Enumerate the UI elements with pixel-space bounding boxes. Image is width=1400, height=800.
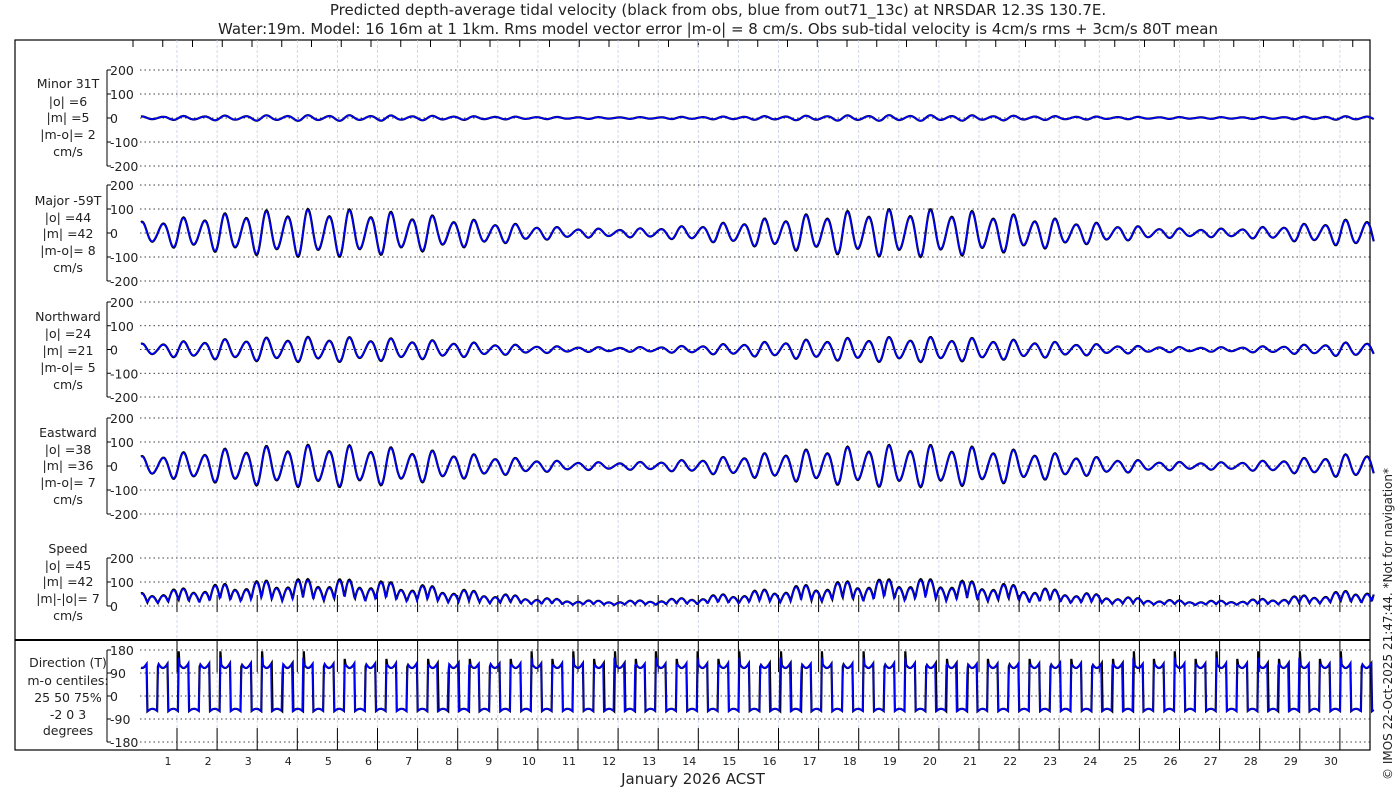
y-tick-label: 90 <box>110 666 126 681</box>
y-tick-label: 200 <box>110 63 134 78</box>
y-tick-label: 100 <box>110 87 134 102</box>
x-tick-label: 22 <box>1003 755 1017 768</box>
x-tick-label: 16 <box>763 755 777 768</box>
x-tick-label: 6 <box>365 755 372 768</box>
y-tick-label: -100 <box>110 366 138 381</box>
x-tick-label: 21 <box>963 755 977 768</box>
y-tick-label: -200 <box>110 507 138 522</box>
panel-label-north: |m-o|= 5 <box>40 360 95 375</box>
x-tick-label: 7 <box>405 755 412 768</box>
y-tick-label: -100 <box>110 135 138 150</box>
panel-label-speed: Speed <box>48 541 87 556</box>
y-tick-label: 100 <box>110 575 134 590</box>
panel-label-major: |m| =42 <box>43 226 94 241</box>
x-tick-label: 24 <box>1083 755 1097 768</box>
chart-title-line: Predicted depth-average tidal velocity (… <box>330 1 1106 20</box>
x-tick-label: 26 <box>1164 755 1178 768</box>
y-tick-label: -180 <box>110 735 138 750</box>
panel-label-direction: m-o centiles: <box>27 673 108 688</box>
y-tick-label: -200 <box>110 274 138 289</box>
y-tick-label: 100 <box>110 319 134 334</box>
y-tick-label: -200 <box>110 159 138 174</box>
plot-frame <box>14 39 1371 751</box>
panel-label-direction: 25 50 75% <box>34 690 102 705</box>
x-tick-label: 28 <box>1244 755 1258 768</box>
x-tick-label: 29 <box>1284 755 1298 768</box>
x-tick-label: 15 <box>722 755 736 768</box>
panel-label-speed: |m| =42 <box>43 574 94 589</box>
chart-canvas: Predicted depth-average tidal velocity (… <box>14 1 1395 788</box>
y-tick-label: 0 <box>110 226 118 241</box>
panel-label-direction: -2 0 3 <box>50 707 86 722</box>
x-tick-label: 23 <box>1043 755 1057 768</box>
x-tick-label: 3 <box>245 755 252 768</box>
panel-label-minor: |m-o|= 2 <box>40 127 95 142</box>
x-tick-label: 27 <box>1204 755 1218 768</box>
x-tick-label: 10 <box>522 755 536 768</box>
x-tick-label: 17 <box>803 755 817 768</box>
y-tick-label: 200 <box>110 178 134 193</box>
x-tick-label: 30 <box>1324 755 1338 768</box>
x-axis-label: January 2026 ACST <box>620 770 766 788</box>
panel-label-north: Northward <box>35 309 101 324</box>
x-tick-label: 9 <box>485 755 492 768</box>
tidal-velocity-chart: Predicted depth-average tidal velocity (… <box>0 0 1400 800</box>
panel-label-east: cm/s <box>53 492 83 507</box>
y-tick-label: -100 <box>110 250 138 265</box>
x-tick-label: 20 <box>923 755 937 768</box>
x-tick-label: 18 <box>843 755 857 768</box>
y-tick-label: 0 <box>110 111 118 126</box>
series-model-direction <box>140 657 1375 713</box>
panel-label-major: Major -59T <box>35 193 102 208</box>
panel-label-east: Eastward <box>39 425 97 440</box>
y-tick-label: 200 <box>110 411 134 426</box>
y-tick-label: 0 <box>110 689 118 704</box>
panel-label-major: |m-o|= 8 <box>40 243 95 258</box>
x-tick-label: 12 <box>602 755 616 768</box>
x-tick-label: 5 <box>325 755 332 768</box>
panel-label-north: cm/s <box>53 377 83 392</box>
panel-label-major: |o| =44 <box>45 210 91 225</box>
x-tick-label: 1 <box>165 755 172 768</box>
y-tick-label: 200 <box>110 551 134 566</box>
panel-label-east: |m-o|= 7 <box>40 475 95 490</box>
x-tick-label: 25 <box>1123 755 1137 768</box>
y-tick-label: -200 <box>110 390 138 405</box>
y-tick-label: 180 <box>110 643 134 658</box>
copyright-note: © IMOS 22-Oct-2025 21:47:44. *Not for na… <box>1381 468 1395 780</box>
chart-title-line: Water:19m. Model: 16 16m at 1 1km. Rms m… <box>218 20 1218 38</box>
x-tick-label: 8 <box>445 755 452 768</box>
panel-label-direction: Direction (T) <box>29 655 107 670</box>
panel-label-direction: degrees <box>43 723 93 738</box>
y-tick-label: 100 <box>110 202 134 217</box>
panel-label-minor: |m| =5 <box>47 110 90 125</box>
y-tick-label: 200 <box>110 295 134 310</box>
y-tick-label: 0 <box>110 343 118 358</box>
y-tick-label: -90 <box>110 712 130 727</box>
panel-label-east: |m| =36 <box>43 458 94 473</box>
panel-label-speed: |m|-|o|= 7 <box>36 591 100 606</box>
panel-label-minor: |o| =6 <box>49 94 88 109</box>
panel-label-speed: |o| =45 <box>45 558 91 573</box>
panel-label-minor: cm/s <box>53 144 83 159</box>
x-tick-label: 11 <box>562 755 576 768</box>
x-tick-label: 4 <box>285 755 292 768</box>
panel-label-north: |m| =21 <box>43 343 94 358</box>
series-obs-direction <box>140 651 1375 714</box>
x-tick-label: 19 <box>883 755 897 768</box>
x-tick-label: 14 <box>682 755 696 768</box>
y-tick-label: 0 <box>110 459 118 474</box>
panel-label-major: cm/s <box>53 260 83 275</box>
y-tick-label: 100 <box>110 435 134 450</box>
x-tick-label: 2 <box>205 755 212 768</box>
panel-label-north: |o| =24 <box>45 326 91 341</box>
panel-label-east: |o| =38 <box>45 442 91 457</box>
y-tick-label: 0 <box>110 599 118 614</box>
x-tick-label: 13 <box>642 755 656 768</box>
panel-label-minor: Minor 31T <box>37 76 100 91</box>
y-tick-label: -100 <box>110 483 138 498</box>
panel-label-speed: cm/s <box>53 608 83 623</box>
